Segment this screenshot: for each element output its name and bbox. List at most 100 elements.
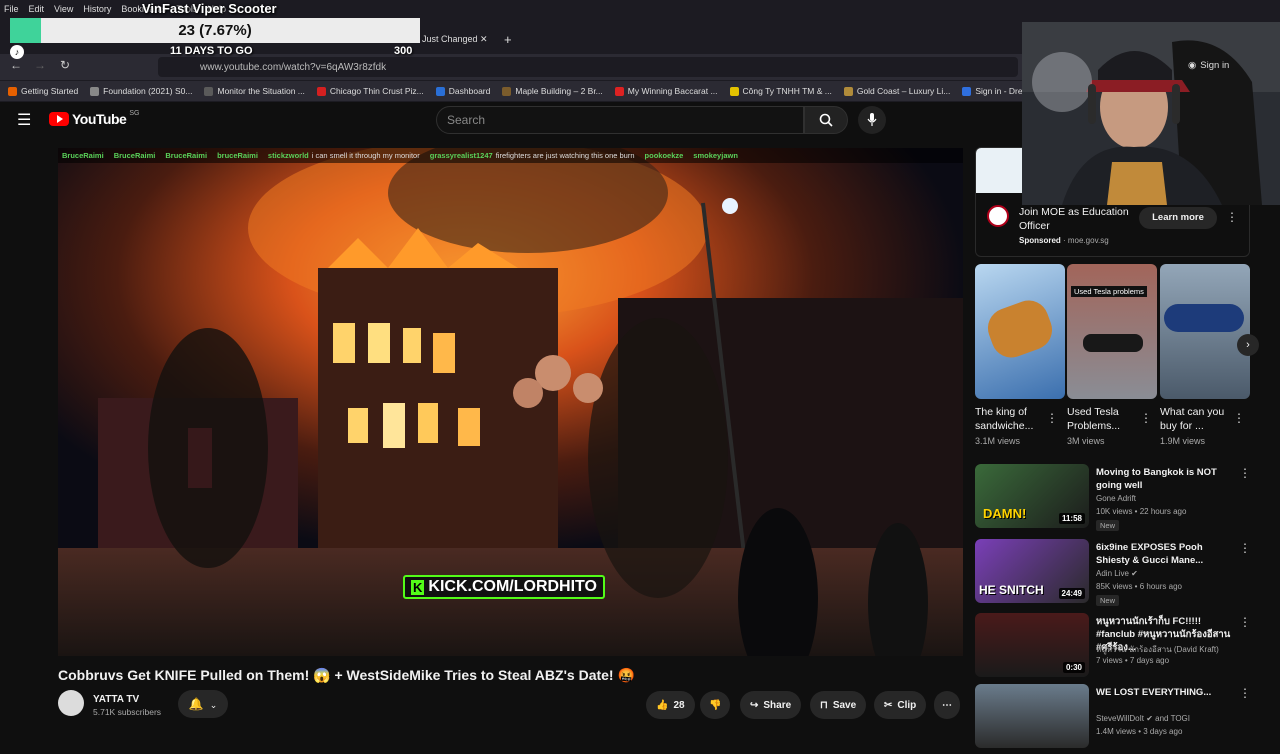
like-button[interactable]: 👍 28: [646, 691, 695, 719]
ad-more-icon[interactable]: ⋮: [1226, 210, 1238, 224]
chat-message: BruceRaimi: [165, 151, 207, 160]
save-label: Save: [832, 699, 857, 711]
new-badge: New: [1096, 595, 1120, 606]
bookmark-item[interactable]: Monitor the Situation ...: [204, 86, 305, 96]
channel-avatar[interactable]: [58, 690, 84, 716]
share-icon: ↪: [750, 699, 759, 711]
clip-button[interactable]: ✂ Clip: [874, 691, 927, 719]
bookmark-item[interactable]: Foundation (2021) S0...: [90, 86, 192, 96]
more-vert-icon[interactable]: ⋮: [1239, 686, 1251, 700]
bookmark-favicon-icon: [502, 86, 512, 96]
thumbnail-text: DAMN!: [983, 506, 1027, 521]
recommended-video[interactable]: DAMN! 11:58 Moving to Bangkok is NOT goi…: [975, 464, 1251, 534]
chat-message: BruceRaimi: [114, 151, 156, 160]
bookmark-label: Getting Started: [21, 86, 79, 96]
chat-message: BruceRaimi: [62, 151, 104, 160]
goal-overlay: 23 (7.67%) VinFast Viper Scooter ♪ 11 DA…: [10, 0, 420, 60]
ad-title[interactable]: Join MOE as Education Officer: [1019, 205, 1129, 233]
video-meta: 7 views • 7 days ago: [1096, 656, 1170, 665]
goal-days-left: 11 DAYS TO GO: [170, 45, 253, 57]
more-vert-icon[interactable]: ⋮: [1239, 541, 1251, 555]
youtube-logo[interactable]: YouTube SG: [49, 110, 139, 127]
bookmark-item[interactable]: Getting Started: [8, 86, 78, 96]
forward-icon[interactable]: →: [34, 58, 46, 72]
tiktok-icon: ♪: [10, 45, 24, 59]
back-icon[interactable]: ←: [10, 58, 22, 72]
notification-bell-button[interactable]: 🔔 ⌄: [178, 690, 228, 718]
chat-message: smokeyjawn: [693, 151, 738, 160]
bookmark-item[interactable]: Gold Coast – Luxury Li...: [843, 86, 950, 96]
search-icon[interactable]: [804, 106, 848, 134]
bookmark-item[interactable]: Chicago Thin Crust Piz...: [316, 86, 424, 96]
chat-message: stickzworld i can smell it through my mon…: [268, 151, 420, 160]
ad-domain: moe.gov.sg: [1067, 236, 1109, 245]
chat-username: smokeyjawn: [693, 151, 738, 160]
bookmark-favicon-icon: [843, 86, 853, 96]
thumbnail-text: HE SNITCH: [979, 583, 1044, 597]
hamburger-menu-icon[interactable]: ☰: [17, 110, 31, 130]
bookmark-item[interactable]: Công Ty TNHH TM & ...: [729, 86, 832, 96]
chat-username: BruceRaimi: [62, 151, 104, 160]
video-player[interactable]: BruceRaimi BruceRaimi BruceRaimi bruceRaimi…: [58, 148, 963, 656]
kick-link-banner: K KICK.COM/LORDHITO: [403, 575, 605, 599]
share-button[interactable]: ↪ Share: [740, 691, 802, 719]
ad-sponsor-line: Sponsored · moe.gov.sg: [1019, 236, 1109, 245]
bookmark-item[interactable]: Dashboard: [435, 86, 490, 96]
short-more-icon[interactable]: ⋮: [1140, 411, 1152, 425]
new-tab-icon[interactable]: +: [498, 28, 518, 50]
channel-name[interactable]: YATTA TV: [93, 694, 139, 705]
video-meta: 10K views • 22 hours ago: [1096, 507, 1187, 516]
new-badge: New: [1096, 520, 1120, 531]
video-duration: 11:58: [1058, 513, 1085, 524]
bookmark-favicon-icon: [962, 86, 972, 96]
thumbs-up-icon: 👍: [656, 699, 669, 711]
bookmark-favicon-icon: [614, 86, 624, 96]
dislike-button[interactable]: 👎: [700, 691, 731, 719]
recommended-video[interactable]: 0:30 หนูหวานนักเร้าก็บ FC!!!!! #fanclub …: [975, 613, 1251, 683]
search-input[interactable]: Search: [436, 106, 804, 134]
short-more-icon[interactable]: ⋮: [1233, 411, 1245, 425]
chat-username: BruceRaimi: [113, 151, 156, 160]
goal-title: VinFast Viper Scooter: [142, 1, 277, 16]
short-thumbnail: [975, 264, 1065, 399]
save-button[interactable]: ⊓ Save: [810, 691, 867, 719]
bookmark-item[interactable]: My Winning Baccarat ...: [614, 86, 718, 96]
short-views: 3.1M views: [975, 436, 1021, 446]
chevron-right-icon[interactable]: ›: [1237, 334, 1259, 356]
short-thumbnail: [1160, 264, 1250, 399]
tab-close-icon[interactable]: ✕: [474, 28, 494, 50]
goal-target: 300: [394, 45, 413, 57]
short-views: 1.9M views: [1160, 436, 1206, 446]
channel-name: หนูหวาน นักร้องอีสาน (David Kraft): [1096, 645, 1219, 654]
webcam-image: [1022, 22, 1280, 205]
video-title: Moving to Bangkok is NOT going well: [1096, 467, 1217, 491]
learn-more-button[interactable]: Learn more: [1139, 207, 1217, 229]
streamer-webcam: [1022, 22, 1280, 205]
share-label: Share: [763, 699, 792, 711]
short-title: Used Tesla Problems...: [1067, 406, 1121, 432]
sign-in-label: Sign in: [1200, 60, 1230, 71]
more-vert-icon[interactable]: ⋮: [1239, 466, 1251, 480]
bookmark-item[interactable]: Maple Building – 2 Br...: [502, 86, 603, 96]
microphone-icon[interactable]: [858, 106, 886, 134]
video-title: 6ix9ine EXPOSES Pooh Shiesty & Gucci Man…: [1096, 542, 1204, 566]
bell-icon: 🔔: [188, 697, 204, 711]
chat-message: grassyrealist1247 firefighters are just w…: [430, 151, 635, 160]
chat-text: i can smell it through my monitor: [311, 151, 420, 160]
short-more-icon[interactable]: ⋮: [1046, 411, 1058, 425]
more-actions-button[interactable]: ⋯: [934, 691, 960, 719]
channel-name: SteveWillDoIt ✔ and TOGI: [1096, 714, 1190, 723]
bookmark-favicon-icon: [729, 86, 739, 96]
recommended-video[interactable]: WE LOST EVERYTHING... SteveWillDoIt ✔ an…: [975, 684, 1251, 754]
more-vert-icon[interactable]: ⋮: [1239, 615, 1251, 629]
reload-icon[interactable]: ↻: [60, 58, 70, 72]
bookmark-label: Maple Building – 2 Br...: [515, 86, 603, 96]
url-bar[interactable]: www.youtube.com/watch?v=6qAW3r8zfdk: [158, 57, 1018, 77]
bookmark-favicon-icon: [8, 86, 17, 96]
recommended-video[interactable]: HE SNITCH 24:49 6ix9ine EXPOSES Pooh Shi…: [975, 539, 1251, 609]
kick-logo-icon: K: [411, 579, 425, 595]
chat-username: grassyrealist1247: [429, 151, 493, 160]
sign-in-button[interactable]: ◉ Sign in: [1188, 60, 1229, 71]
video-thumbnail: HE SNITCH 24:49: [975, 539, 1089, 603]
video-thumbnail: 0:30: [975, 613, 1089, 677]
